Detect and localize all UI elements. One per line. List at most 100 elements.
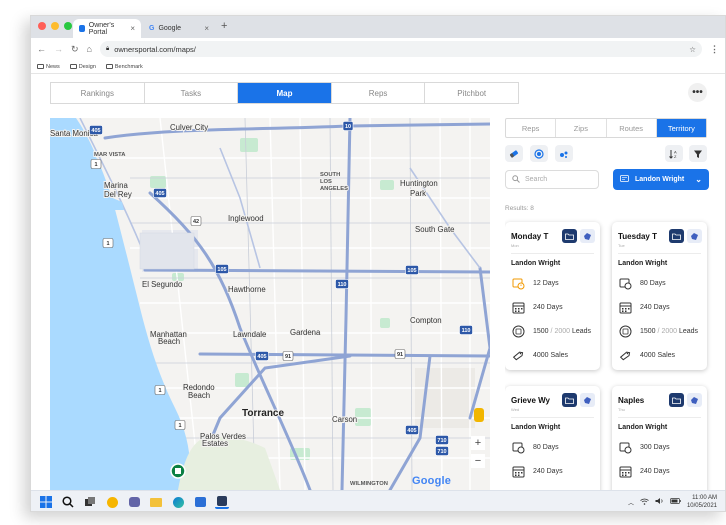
territory-subtitle: Tue xyxy=(618,243,625,248)
eraser-tool-button[interactable] xyxy=(505,145,523,162)
chevron-down-icon: ⌄ xyxy=(695,175,702,184)
maximize-window-button[interactable] xyxy=(64,22,72,30)
street-view-pegman-icon[interactable] xyxy=(474,408,484,422)
cluster-tool-button[interactable] xyxy=(555,145,573,162)
more-options-button[interactable]: ••• xyxy=(688,83,707,102)
territory-card[interactable]: Naples Thu Landon Wright 300 Days 240 Da… xyxy=(612,386,707,490)
search-input[interactable]: Search xyxy=(505,170,599,189)
close-tab-icon[interactable]: × xyxy=(130,24,135,33)
sales-tag-icon xyxy=(618,348,632,362)
minimize-window-button[interactable] xyxy=(51,22,59,30)
rep-select-dropdown[interactable]: Landon Wright ⌄ xyxy=(613,169,709,190)
highway-shield-icon: 105 xyxy=(215,264,229,274)
bookmark-star-icon[interactable]: ☆ xyxy=(689,45,696,54)
home-icon[interactable]: ⌂ xyxy=(87,44,92,54)
territory-card[interactable]: Tuesday T Tue Landon Wright 80 Days 240 … xyxy=(612,222,707,370)
google-map-logo: Google xyxy=(412,475,452,487)
filter-button[interactable] xyxy=(689,145,707,162)
browser-tab-google[interactable]: G Google × xyxy=(143,19,215,38)
tab-map[interactable]: Map xyxy=(238,83,332,103)
territory-map-icon[interactable] xyxy=(580,393,595,407)
close-tab-icon[interactable]: × xyxy=(204,24,209,33)
panel-tab-zips[interactable]: Zips xyxy=(556,119,607,137)
folder-assign-icon[interactable] xyxy=(562,393,577,407)
folder-icon xyxy=(69,64,77,69)
file-explorer-icon[interactable] xyxy=(149,495,163,509)
new-tab-icon[interactable]: + xyxy=(221,20,227,32)
territory-map-icon[interactable] xyxy=(687,393,702,407)
sort-az-button[interactable]: AZ xyxy=(665,145,683,162)
panel-tab-territory[interactable]: Territory xyxy=(656,119,706,137)
calendar-icon xyxy=(618,464,632,478)
folder-assign-icon[interactable] xyxy=(562,229,577,243)
taskbar-search-icon[interactable] xyxy=(61,495,75,509)
calendar-clock-icon xyxy=(511,440,525,454)
folder-assign-icon[interactable] xyxy=(669,393,684,407)
bookmark-design[interactable]: Design xyxy=(69,64,96,70)
close-window-button[interactable] xyxy=(38,22,46,30)
eraser-icon xyxy=(509,149,519,158)
leads-label: Leads xyxy=(678,327,699,335)
territory-card[interactable]: Monday T Mon Landon Wright 12 Days 240 D… xyxy=(505,222,600,370)
zoom-out-button[interactable]: − xyxy=(471,454,485,468)
filter-icon xyxy=(694,150,702,158)
chrome-taskbar-icon[interactable] xyxy=(215,495,229,509)
highway-shield-icon: 105 xyxy=(405,265,419,275)
svg-text:405: 405 xyxy=(257,354,266,360)
url-field[interactable]: 🔒︎ ownersportal.com/maps/ ☆ xyxy=(99,41,702,57)
leads-row: 1500 / 2000 Leads xyxy=(511,324,591,338)
widgets-icon[interactable] xyxy=(105,495,119,509)
back-icon[interactable]: ← xyxy=(37,44,46,54)
bookmark-label: Benchmark xyxy=(114,63,143,70)
folder-icon xyxy=(37,64,44,69)
windows-start-icon[interactable] xyxy=(39,495,53,509)
days-value: 12 Days xyxy=(533,279,559,287)
browser-menu-icon[interactable]: ⋮ xyxy=(710,44,719,55)
teams-chat-icon[interactable] xyxy=(127,495,141,509)
folder-assign-icon[interactable] xyxy=(669,229,684,243)
highway-shield-icon: 1 xyxy=(102,238,114,248)
chevron-up-icon[interactable]: ︿ xyxy=(628,498,634,507)
edge-browser-icon[interactable] xyxy=(171,495,185,509)
bookmark-benchmark[interactable]: Benchmark xyxy=(105,63,143,70)
browser-window: Owner's Portal × G Google × + ← → ↻ ⌂ 🔒︎… xyxy=(30,15,726,512)
zoom-in-button[interactable]: + xyxy=(471,436,485,450)
days-row: 12 Days xyxy=(511,276,559,290)
bookmarks-bar: News Design Benchmark xyxy=(31,60,725,74)
territory-panel: Reps Zips Routes Territory AZ Search Lan… xyxy=(505,118,715,490)
tab-pitchbot[interactable]: Pitchbot xyxy=(425,83,518,103)
map-view[interactable]: Santa Monica Culver City MAR VISTA Marina De… xyxy=(50,118,490,490)
battery-icon[interactable] xyxy=(670,498,681,506)
highway-shield-icon: 405 xyxy=(153,188,167,198)
forward-icon[interactable]: → xyxy=(54,44,63,54)
clock-calendar-icon xyxy=(511,276,525,290)
highway-shield-icon: 405 xyxy=(89,125,103,135)
task-view-icon[interactable] xyxy=(83,495,97,509)
browser-tabbar: Owner's Portal × G Google × + xyxy=(31,16,725,38)
highway-shield-icon: 405 xyxy=(405,425,419,435)
tab-reps[interactable]: Reps xyxy=(332,83,426,103)
panel-tab-routes[interactable]: Routes xyxy=(607,119,657,137)
tab-tasks[interactable]: Tasks xyxy=(145,83,239,103)
panel-tab-reps[interactable]: Reps xyxy=(506,119,557,137)
map-place-label: Compton xyxy=(410,316,442,325)
store-icon[interactable] xyxy=(193,495,207,509)
url-text: ownersportal.com/maps/ xyxy=(114,44,196,54)
svg-text:405: 405 xyxy=(407,428,416,434)
taskbar-clock[interactable]: 11:00 AM 10/05/2021 xyxy=(687,494,717,510)
days-total-value: 240 Days xyxy=(533,467,563,475)
leads-current: 1500 xyxy=(533,327,549,335)
territory-map-icon[interactable] xyxy=(580,229,595,243)
territory-map-icon[interactable] xyxy=(687,229,702,243)
tab-rankings[interactable]: Rankings xyxy=(51,83,145,103)
sales-value: 4000 Sales xyxy=(640,351,676,359)
bookmark-news[interactable]: News xyxy=(37,64,60,70)
reload-icon[interactable]: ↻ xyxy=(71,44,79,55)
browser-tab-portal[interactable]: Owner's Portal × xyxy=(73,19,141,38)
radius-tool-button[interactable] xyxy=(530,145,548,162)
wifi-icon[interactable] xyxy=(640,498,649,507)
cluster-icon xyxy=(560,151,568,158)
territory-card[interactable]: Grieve Wy Wed Landon Wright 80 Days 240 … xyxy=(505,386,600,490)
volume-icon[interactable] xyxy=(655,497,664,507)
svg-text:Z: Z xyxy=(674,154,677,159)
